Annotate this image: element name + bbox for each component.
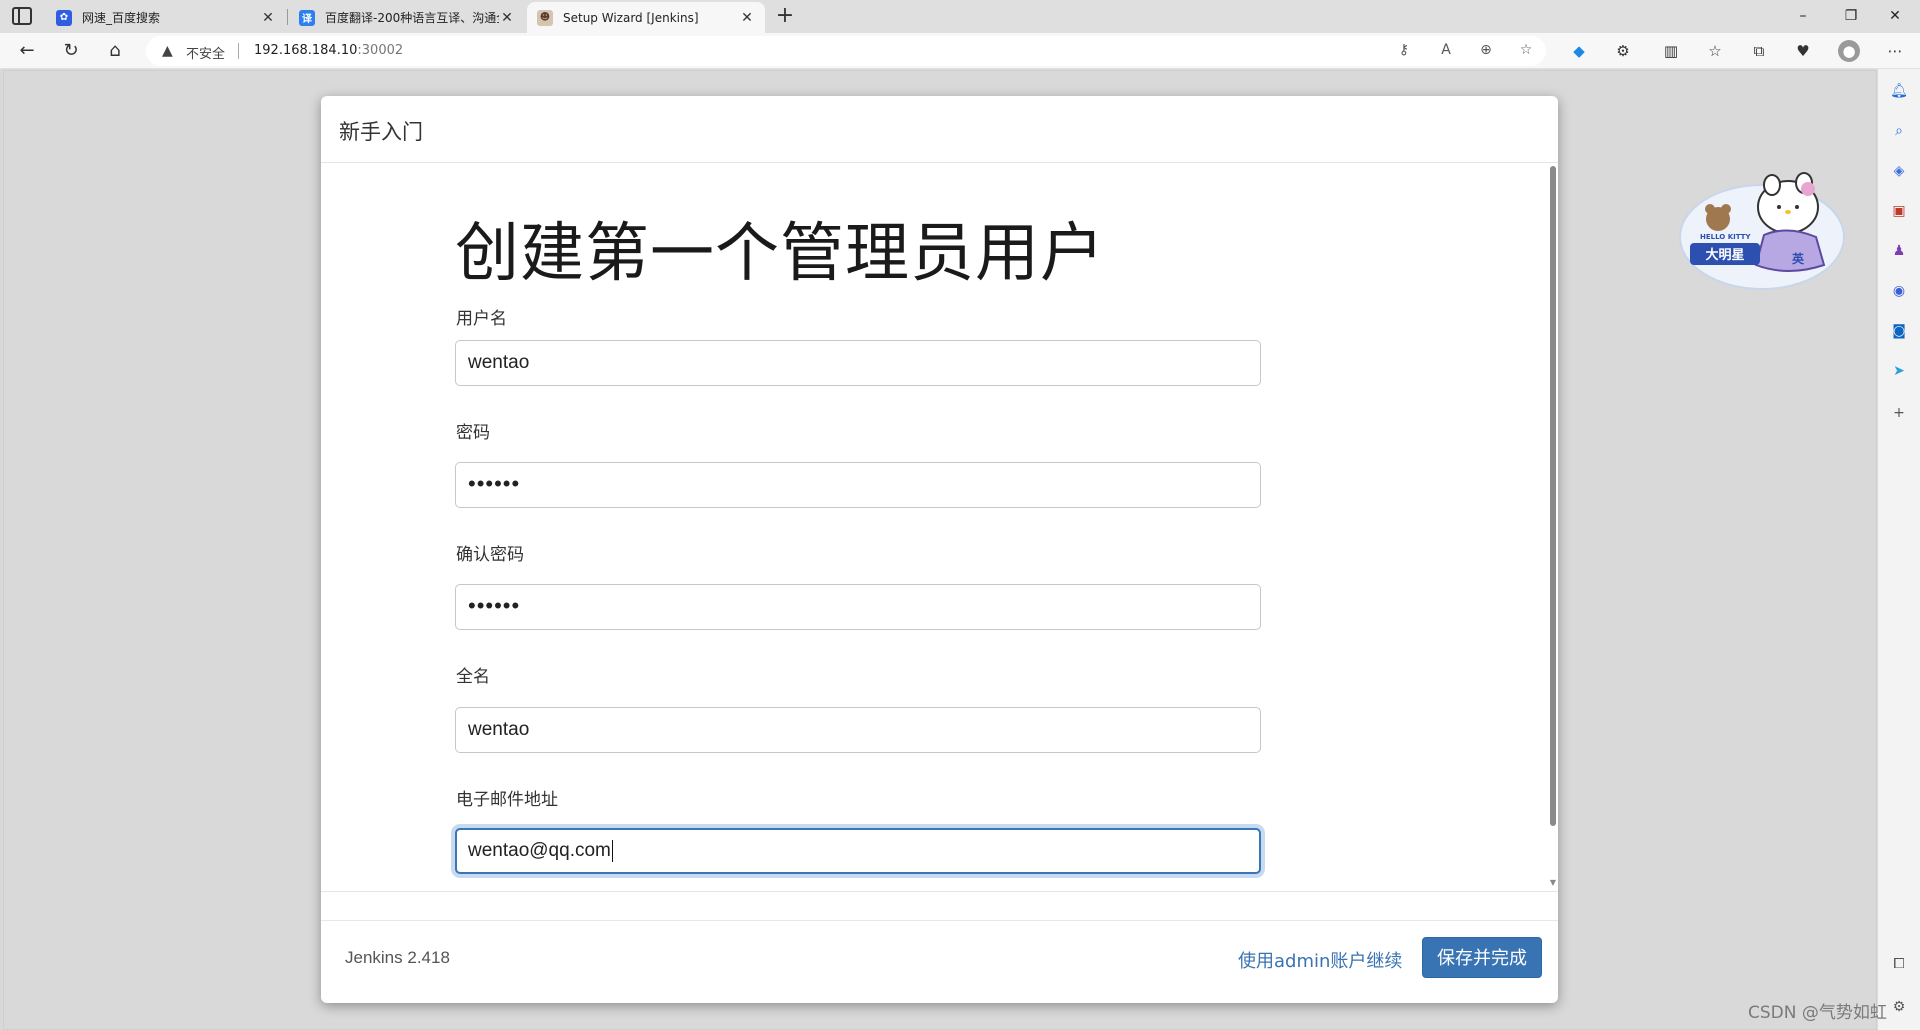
tab-baidu-search[interactable]: ✿ 网速_百度搜索 ✕ [46, 2, 286, 33]
vpn-shield-icon[interactable]: ◆ [1568, 40, 1590, 62]
favorite-star-icon[interactable]: ☆ [1516, 42, 1536, 58]
read-aloud-icon[interactable]: A [1436, 42, 1456, 58]
tab-jenkins-setup[interactable]: ☻ Setup Wizard [Jenkins] ✕ [527, 2, 765, 33]
sticker-text: 大明星 [1705, 247, 1744, 263]
shopping-tag-icon[interactable]: ◈ [1888, 160, 1910, 182]
settings-gear-icon[interactable]: ⚙ [1888, 996, 1910, 1018]
address-bar[interactable]: ▲ 不安全 192.168.184.10:30002 ⚷ A ⊕ ☆ [146, 36, 1546, 66]
tab-baidu-translate[interactable]: 译 百度翻译-200种语言互译、沟通全世界 ✕ [289, 2, 525, 33]
baidu-paw-icon: ✿ [56, 9, 72, 26]
tab-strip: ✿ 网速_百度搜索 ✕ 译 百度翻译-200种语言互译、沟通全世界 ✕ ☻ Se… [0, 0, 1920, 33]
fullname-input[interactable]: wentao [455, 707, 1261, 753]
send-icon[interactable]: ➤ [1888, 360, 1910, 382]
more-menu-icon[interactable]: ⋯ [1884, 40, 1906, 62]
performance-icon[interactable]: ♥ [1792, 40, 1814, 62]
browser-toolbar: ← ↻ ⌂ ▲ 不安全 192.168.184.10:30002 ⚷ A ⊕ ☆… [0, 33, 1920, 69]
screenshot-icon[interactable]: ⧠ [1888, 953, 1910, 975]
email-label: 电子邮件地址 [456, 790, 558, 810]
toolbox-icon[interactable]: ▣ [1888, 200, 1910, 222]
zoom-icon[interactable]: ⊕ [1476, 42, 1496, 58]
minimize-button[interactable]: – [1783, 4, 1823, 28]
confirm-password-input[interactable]: •••••• [455, 584, 1261, 630]
svg-text:HELLO KITTY: HELLO KITTY [1700, 233, 1751, 241]
watermark: CSDN @气势如虹 [1748, 1003, 1887, 1023]
email-value: wentao@qq.com [468, 840, 611, 861]
jenkins-version: Jenkins 2.418 [345, 948, 450, 967]
tab-title: Setup Wizard [Jenkins] [563, 10, 699, 25]
save-and-finish-button[interactable]: 保存并完成 [1422, 937, 1542, 978]
continue-as-admin-link[interactable]: 使用admin账户继续 [1238, 947, 1402, 973]
close-tab-icon[interactable]: ✕ [499, 10, 515, 26]
profile-avatar-icon[interactable]: ● [1838, 40, 1860, 62]
url-port: :30002 [357, 43, 404, 58]
scroll-down-arrow-icon[interactable]: ▼ [1550, 878, 1556, 887]
url-host: 192.168.184.10 [254, 43, 358, 58]
close-tab-icon[interactable]: ✕ [739, 10, 755, 26]
warning-triangle-icon[interactable]: ▲ [162, 43, 173, 59]
split-screen-icon[interactable]: ▥ [1660, 40, 1682, 62]
back-arrow-icon[interactable]: ← [15, 39, 39, 63]
dialog-body: 创建第一个管理员用户 用户名 wentao 密码 •••••• 确认密码 •••… [321, 164, 1558, 891]
add-icon[interactable]: + [1888, 402, 1910, 424]
close-tab-icon[interactable]: ✕ [260, 10, 276, 26]
tab-actions-icon[interactable] [12, 7, 32, 25]
games-icon[interactable]: ♟ [1888, 240, 1910, 262]
tab-title: 百度翻译-200种语言互译、沟通全世界 [325, 11, 499, 25]
dialog-footer: Jenkins 2.418 使用admin账户继续 保存并完成 [321, 891, 1558, 1003]
security-status[interactable]: 不安全 [186, 43, 225, 62]
page-heading: 创建第一个管理员用户 [455, 217, 1105, 291]
tab-title: 网速_百度搜索 [82, 11, 161, 25]
confirm-password-label: 确认密码 [456, 545, 524, 565]
reload-icon[interactable]: ↻ [59, 39, 83, 63]
email-input[interactable]: wentao@qq.com [455, 828, 1261, 874]
password-label: 密码 [456, 423, 490, 443]
password-input[interactable]: •••••• [455, 462, 1261, 508]
new-tab-button[interactable]: + [772, 2, 798, 30]
dialog-header: 新手入门 [321, 96, 1558, 163]
setup-wizard-dialog: 新手入门 创建第一个管理员用户 用户名 wentao 密码 •••••• 确认密… [321, 96, 1558, 1003]
footer-divider [321, 920, 1558, 921]
collections-icon[interactable]: ⧉ [1748, 40, 1770, 62]
divider [238, 43, 239, 59]
baidu-translate-icon: 译 [299, 9, 315, 26]
svg-text:英: 英 [1792, 251, 1805, 266]
edge-sidebar: 🔔︎ ⌕ ◈ ▣ ♟ ◉ ◙ ➤ + ⧠ ⚙ [1877, 69, 1920, 1030]
dialog-title: 新手入门 [339, 120, 423, 144]
fullname-label: 全名 [456, 667, 490, 687]
username-input[interactable]: wentao [455, 340, 1261, 386]
key-icon[interactable]: ⚷ [1394, 42, 1414, 58]
tab-separator [287, 9, 288, 25]
url-text[interactable]: 192.168.184.10:30002 [254, 43, 403, 58]
home-icon[interactable]: ⌂ [103, 39, 127, 63]
close-window-button[interactable]: ✕ [1875, 4, 1915, 28]
scrollbar[interactable]: ▼ [1546, 164, 1558, 891]
scrollbar-thumb[interactable] [1550, 166, 1556, 826]
favorites-icon[interactable]: ☆ [1704, 40, 1726, 62]
copilot-icon[interactable]: ◉ [1888, 280, 1910, 302]
restore-button[interactable]: ❐ [1831, 4, 1871, 28]
text-caret [611, 839, 613, 862]
username-label: 用户名 [456, 309, 507, 329]
extensions-icon[interactable]: ⚙ [1612, 40, 1634, 62]
hello-kitty-sticker: 大明星 HELLO KITTY 英 [1676, 165, 1848, 295]
outlook-icon[interactable]: ◙ [1888, 320, 1910, 342]
search-icon[interactable]: ⌕ [1888, 120, 1910, 142]
jenkins-butler-icon: ☻ [537, 9, 553, 26]
bell-icon[interactable]: 🔔︎ [1888, 80, 1910, 102]
